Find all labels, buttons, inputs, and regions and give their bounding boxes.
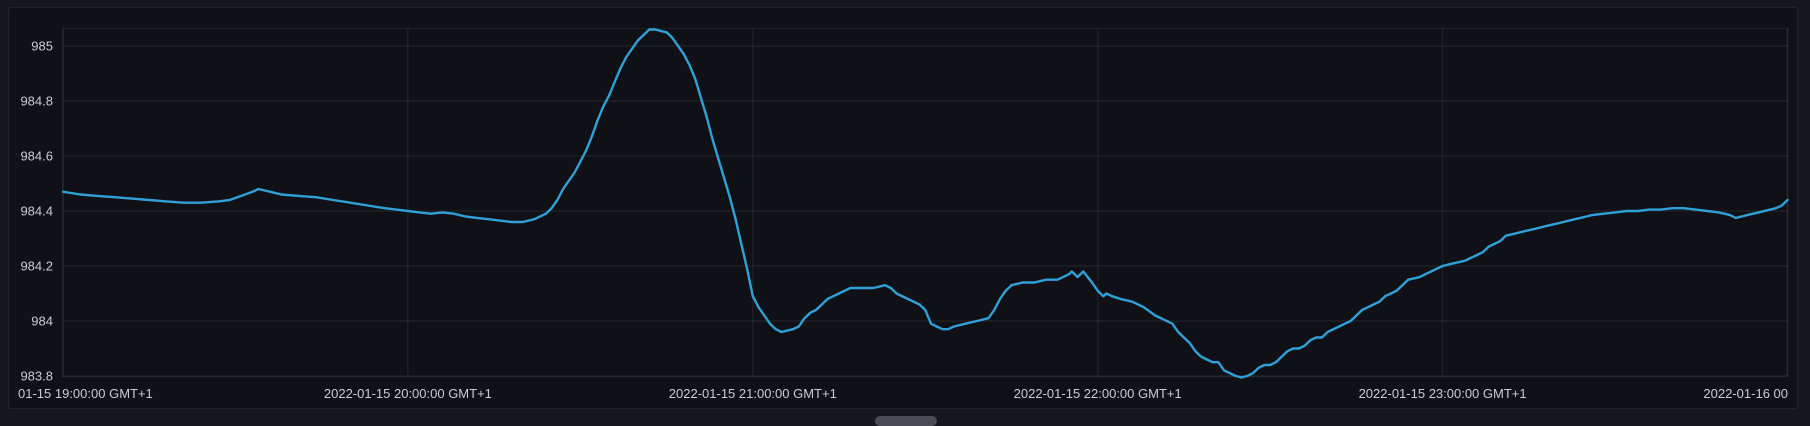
x-axis-tick-label: 2022-01-16 00 [1703, 386, 1788, 401]
y-axis-tick-label: 983.8 [20, 369, 53, 384]
chart-svg[interactable]: 985 984.8 984.6 984.4 984.2 984 983.8 01-15 19:… [0, 0, 1810, 422]
y-axis-tick-label: 984 [31, 314, 53, 329]
y-axis-tick-label: 985 [31, 39, 53, 54]
y-axis-tick-label: 984.6 [20, 149, 53, 164]
x-axis-tick-label: 01-15 19:00:00 GMT+1 [18, 386, 153, 401]
plot-border [63, 29, 1788, 377]
y-axis-tick-label: 984.8 [20, 94, 53, 109]
horizontal-scrollbar-thumb[interactable] [875, 416, 937, 426]
y-axis-tick-label: 984.4 [20, 204, 53, 219]
x-axis-tick-label: 2022-01-15 23:00:00 GMT+1 [1359, 386, 1527, 401]
x-axis-tick-label: 2022-01-15 21:00:00 GMT+1 [669, 386, 837, 401]
series-line [63, 30, 1788, 378]
x-axis-tick-label: 2022-01-15 20:00:00 GMT+1 [324, 386, 492, 401]
y-axis-tick-label: 984.2 [20, 259, 53, 274]
x-axis-tick-label: 2022-01-15 22:00:00 GMT+1 [1014, 386, 1182, 401]
